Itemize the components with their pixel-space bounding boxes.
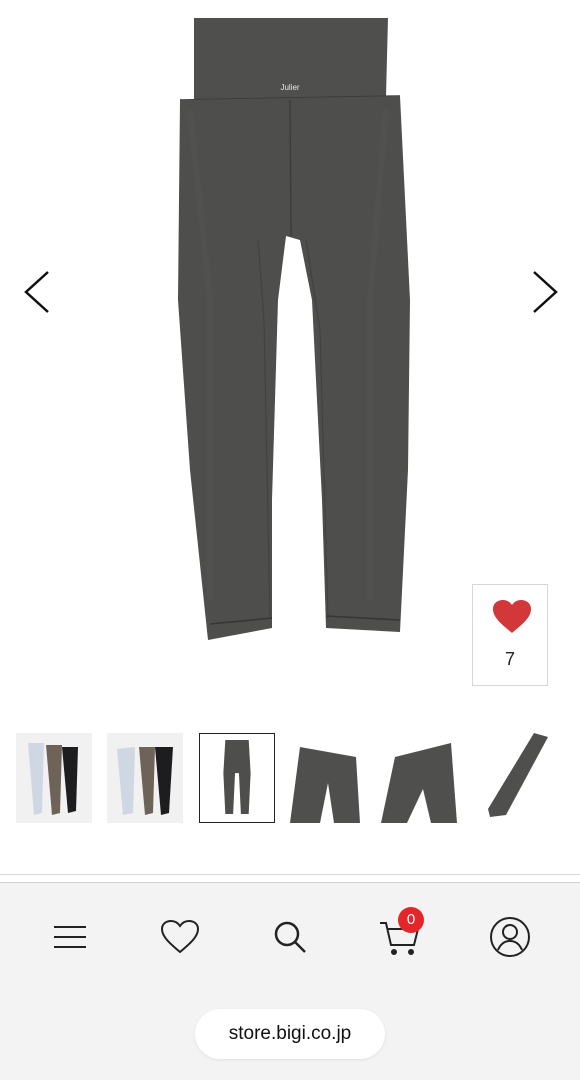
chevron-left-icon [24, 271, 49, 313]
thumbnail-2[interactable] [107, 733, 183, 823]
browser-url-bar[interactable]: store.bigi.co.jp [195, 1009, 385, 1059]
thumbnail-6[interactable] [472, 733, 548, 823]
thumbnail-image [200, 734, 274, 822]
product-gallery: Julier 7 [0, 0, 580, 720]
heart-filled-icon [493, 600, 531, 633]
thumbnail-image [16, 733, 92, 823]
previous-image-button[interactable] [14, 262, 64, 322]
product-main-image: Julier [178, 18, 410, 640]
favorite-button[interactable]: 7 [472, 584, 548, 686]
next-image-button[interactable] [518, 262, 568, 322]
favorites-button[interactable] [156, 913, 204, 961]
thumbnail-1[interactable] [16, 733, 92, 823]
account-button[interactable] [486, 913, 534, 961]
chevron-right-icon [533, 271, 558, 313]
thumbnail-image [381, 733, 457, 823]
section-divider [0, 874, 580, 875]
cart-button[interactable]: 0 [376, 907, 424, 961]
search-button[interactable] [266, 913, 314, 961]
thumbnail-image [472, 733, 548, 823]
waistband-logo: Julier [280, 83, 299, 92]
thumbnail-3-active[interactable] [199, 733, 275, 823]
search-icon [274, 921, 306, 953]
thumbnail-4[interactable] [290, 733, 366, 823]
cart-count-badge: 0 [398, 907, 424, 933]
thumbnail-image [107, 733, 183, 823]
heart-icon [160, 919, 200, 954]
thumbnail-image [290, 733, 366, 823]
menu-icon [54, 926, 86, 948]
account-icon [490, 917, 530, 957]
thumbnail-5[interactable] [381, 733, 457, 823]
menu-button[interactable] [46, 913, 94, 961]
bottom-navigation-bar: 0 store.bigi.co.jp [0, 882, 580, 1080]
thumbnail-strip [0, 733, 580, 825]
favorite-count: 7 [504, 649, 515, 669]
product-page: Julier 7 0 store.bigi.co.jp [0, 0, 580, 1080]
